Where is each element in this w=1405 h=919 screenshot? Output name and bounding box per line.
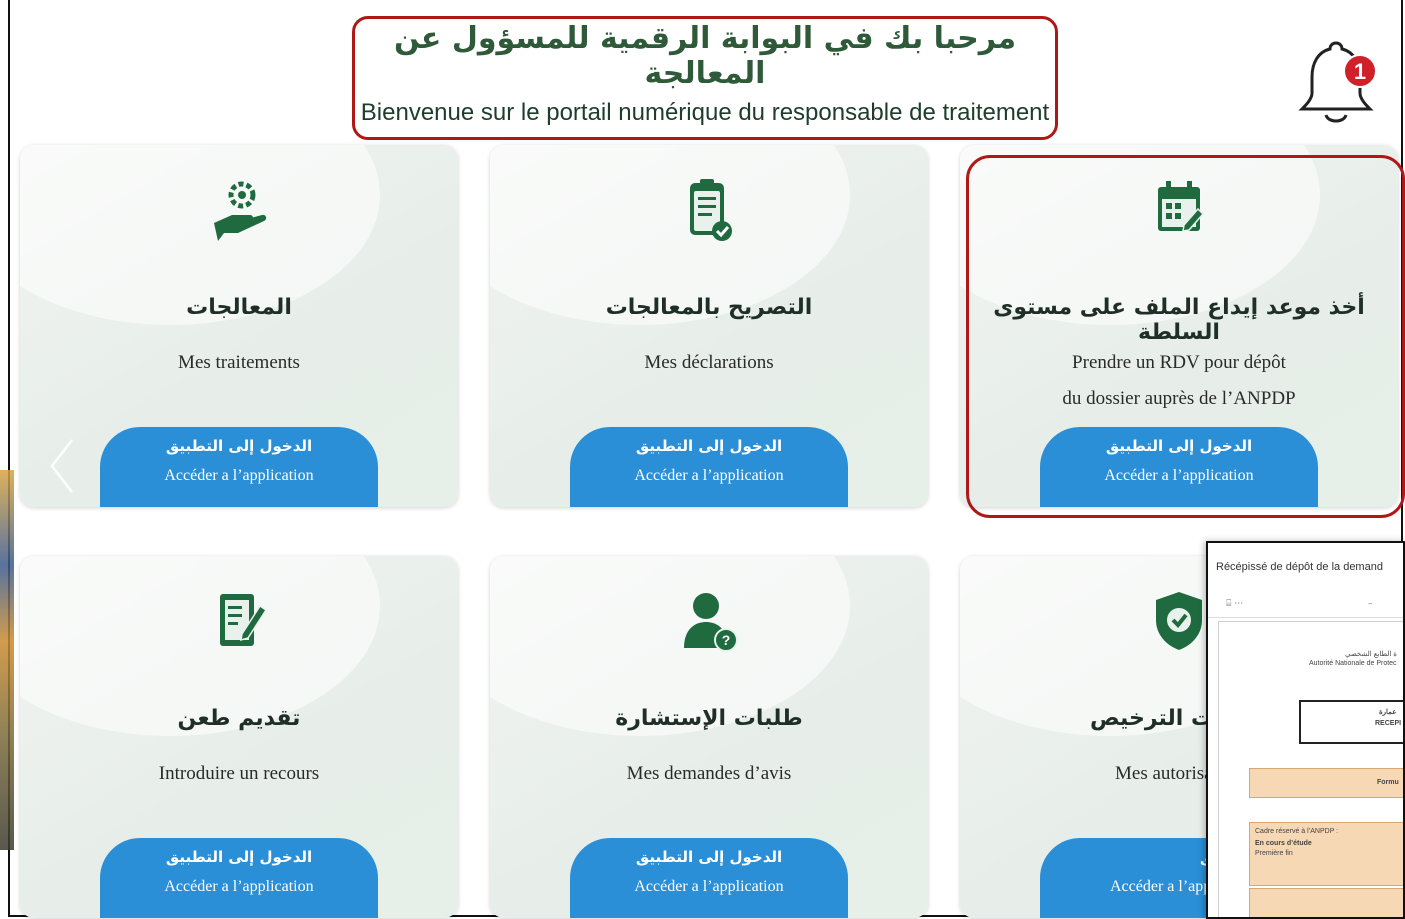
document-preview: Récépissé de dépôt de la demand ⌸ ⋯ – ة … [1206, 541, 1405, 919]
notification-button[interactable]: 1 [1296, 35, 1377, 130]
access-app-button[interactable]: الدخول إلى التطبيق Accéder a l’applicati… [570, 427, 848, 507]
clipboard-check-icon [690, 179, 732, 241]
user-question-icon: ? [684, 593, 738, 652]
carousel-prev-button[interactable] [44, 436, 84, 496]
welcome-header: مرحبا بك في البوابة الرقمية للمسؤول عن ا… [352, 16, 1058, 140]
access-app-button[interactable]: الدخول إلى التطبيق Accéder a l’applicati… [100, 427, 378, 507]
card-title-fr: Mes demandes d’avis [626, 763, 792, 784]
access-app-button[interactable]: الدخول إلى التطبيق Accéder a l’applicati… [570, 838, 848, 918]
card-title-ar: التصريح بالمعالجات [605, 295, 813, 320]
card-title-fr: Mes traitements [178, 352, 300, 373]
card-title-fr: Mes déclarations [644, 352, 774, 373]
card-title-fr: Introduire un recours [158, 763, 320, 784]
chevron-left-icon [50, 439, 73, 493]
welcome-title-fr: Bienvenue sur le portail numérique du re… [360, 99, 1050, 126]
background-image-strip [0, 470, 14, 850]
welcome-title-ar: مرحبا بك في البوابة الرقمية للمسؤول عن ا… [393, 21, 1017, 91]
card-appeal: تقديم طعن Introduire un recours الدخول إ… [20, 556, 458, 918]
document-preview-title: Récépissé de dépôt de la demand [1216, 561, 1383, 573]
access-app-button[interactable]: الدخول إلى التطبيق Accéder a l’applicati… [100, 838, 378, 918]
gear-hand-icon [214, 181, 267, 241]
highlight-outline [966, 155, 1405, 518]
document-edit-icon [220, 594, 268, 646]
shield-check-icon [1156, 592, 1202, 650]
document-toolbar: ⌸ ⋯ – [1208, 591, 1403, 618]
bell-icon: 1 [1298, 41, 1377, 123]
card-title-ar: المعالجات [186, 295, 292, 320]
card-treatments: المعالجات Mes traitements الدخول إلى الت… [20, 145, 458, 507]
document-page: ة الطابع الشخصي Autorité Nationale de Pr… [1218, 621, 1403, 917]
notification-count: 1 [1354, 59, 1366, 84]
card-opinion-requests: ? طلبات الإستشارة Mes demandes d’avis ال… [490, 556, 928, 918]
svg-text:?: ? [722, 632, 731, 648]
card-declarations: التصريح بالمعالجات Mes déclarations الدخ… [490, 145, 928, 507]
card-title-ar: طلبات الإستشارة [615, 706, 803, 731]
card-title-ar: تقديم طعن [177, 706, 301, 731]
